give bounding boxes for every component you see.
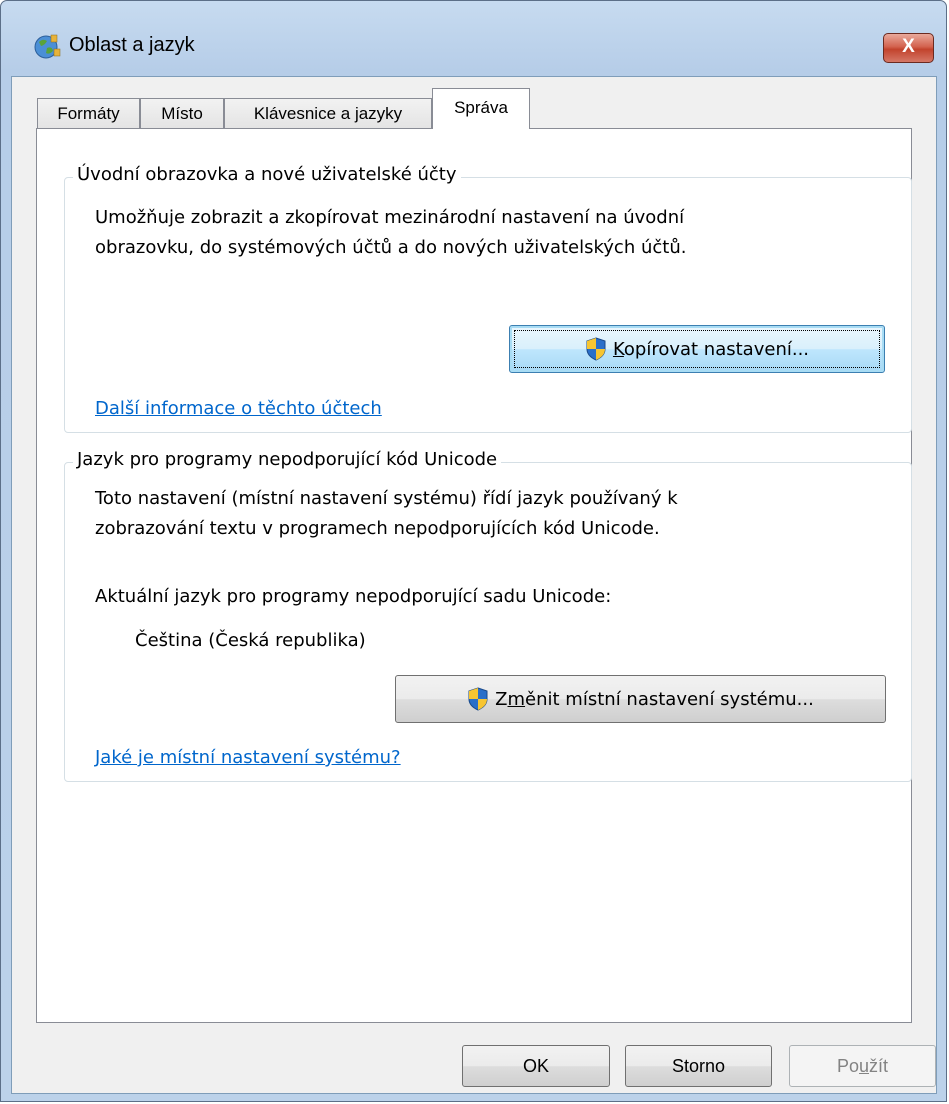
title-bar[interactable] [1,1,946,37]
unicode-language-group: Jazyk pro programy nepodporující kód Uni… [64,449,912,782]
globe-icon [34,34,61,59]
ok-label: OK [522,1055,549,1076]
description-line: obrazovku, do systémových účtů a do nový… [95,237,687,258]
ok-button[interactable]: OK [462,1045,610,1087]
change-system-locale-button[interactable]: Změnit místní nastavení systému... [395,675,886,723]
group-title: Úvodní obrazovka a nové uživatelské účty [73,164,461,185]
what-is-system-locale-link[interactable]: Jaké je místní nastavení systému? [95,747,401,768]
description-line: Toto nastavení (místní nastavení systému… [95,488,678,509]
tab-label: Místo [161,104,203,123]
cancel-label: Storno [671,1055,726,1076]
apply-label: Použít [836,1055,889,1076]
uac-shield-icon [586,337,606,361]
apply-button[interactable]: Použít [789,1045,936,1087]
tab-formaty[interactable]: Formáty [37,98,140,130]
close-button[interactable]: X [883,33,934,63]
window-title: Oblast a jazyk [69,34,195,56]
uac-shield-icon [468,687,488,711]
current-language-label: Aktuální jazyk pro programy nepodporujíc… [95,586,612,607]
tab-label: Klávesnice a jazyky [253,104,403,123]
tab-label: Správa [454,98,508,117]
cancel-button[interactable]: Storno [625,1045,772,1087]
description-line: zobrazování textu v programech nepodporu… [95,518,660,539]
tab-label: Formáty [57,104,120,123]
tab-klavesnice-a-jazyky[interactable]: Klávesnice a jazyky [224,98,432,130]
more-info-link[interactable]: Další informace o těchto účtech [95,398,382,419]
welcome-screen-group: Úvodní obrazovka a nové uživatelské účty… [64,164,912,433]
change-system-locale-label: Změnit místní nastavení systému... [495,688,814,710]
description-line: Umožňuje zobrazit a zkopírovat mezinárod… [95,207,685,228]
group-title: Jazyk pro programy nepodporující kód Uni… [73,449,502,470]
current-language-value: Čeština (Česká republika) [135,630,366,651]
tab-misto[interactable]: Místo [140,98,224,130]
tab-sprava[interactable]: Správa [432,88,530,129]
copy-settings-label: Kopírovat nastavení... [612,338,810,360]
close-icon: X [902,36,915,57]
tab-panel-sprava: Úvodní obrazovka a nové uživatelské účty… [36,128,912,1023]
copy-settings-button[interactable]: Kopírovat nastavení... [509,325,885,373]
